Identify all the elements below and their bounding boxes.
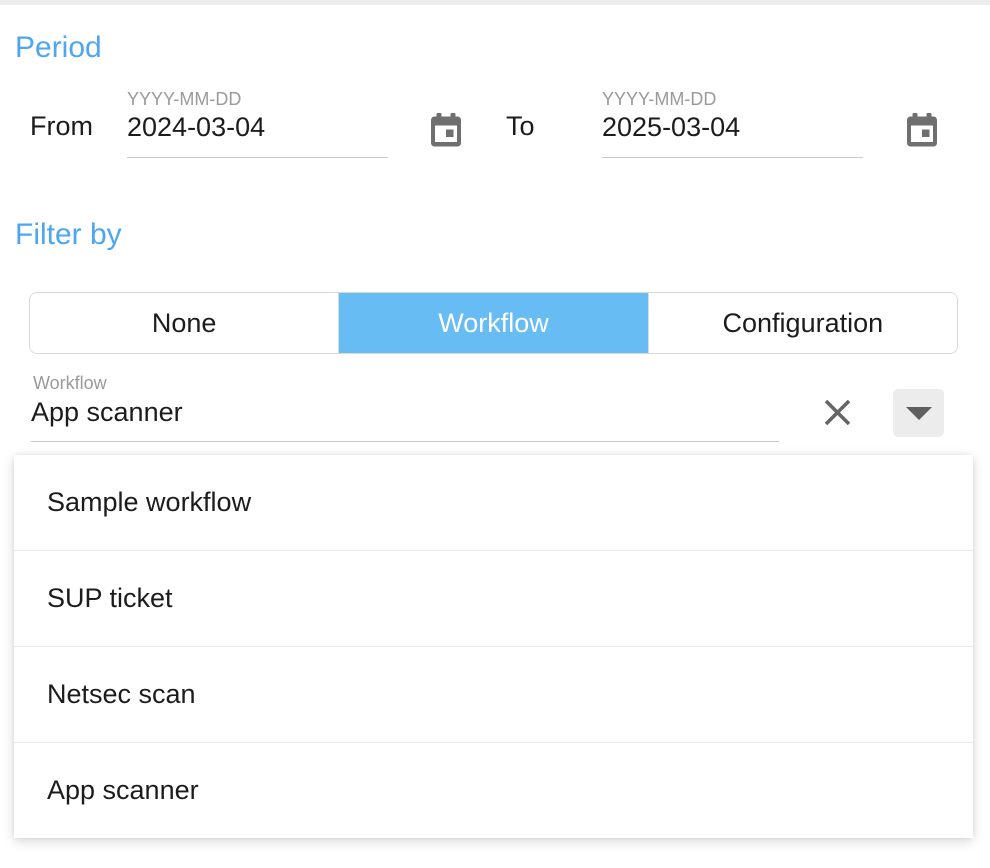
from-date-placeholder: YYYY-MM-DD <box>127 90 241 108</box>
filter-form-screen: Period From YYYY-MM-DD 2024-03-04 To YYY… <box>0 0 990 868</box>
from-calendar-button[interactable] <box>429 112 463 148</box>
period-section-title: Period <box>15 33 102 63</box>
from-date-underline <box>127 157 388 158</box>
filter-tab-group: None Workflow Configuration <box>29 292 958 354</box>
clear-workflow-button[interactable] <box>819 394 856 431</box>
to-date-placeholder: YYYY-MM-DD <box>602 90 716 108</box>
filter-section-title: Filter by <box>15 220 122 250</box>
tab-workflow[interactable]: Workflow <box>338 293 647 353</box>
workflow-input[interactable]: App scanner <box>31 399 183 426</box>
workflow-dropdown-toggle-button[interactable] <box>893 389 944 437</box>
from-label: From <box>30 113 93 140</box>
to-date-input[interactable]: 2025-03-04 <box>602 114 740 141</box>
dropdown-option-sup-ticket[interactable]: SUP ticket <box>14 550 973 646</box>
workflow-underline <box>31 441 779 442</box>
dropdown-option-netsec-scan[interactable]: Netsec scan <box>14 646 973 742</box>
workflow-field-label: Workflow <box>33 374 107 392</box>
calendar-icon <box>430 113 462 147</box>
tab-none[interactable]: None <box>30 293 338 353</box>
x-clear-icon <box>822 397 853 428</box>
calendar-icon <box>906 113 938 147</box>
top-divider <box>0 0 990 5</box>
caret-down-icon <box>906 407 932 420</box>
dropdown-option-app-scanner[interactable]: App scanner <box>14 742 973 838</box>
to-label: To <box>506 113 535 140</box>
tab-configuration[interactable]: Configuration <box>648 293 957 353</box>
from-date-input[interactable]: 2024-03-04 <box>127 114 265 141</box>
to-calendar-button[interactable] <box>905 112 939 148</box>
dropdown-option-sample-workflow[interactable]: Sample workflow <box>14 455 973 550</box>
to-date-underline <box>602 157 863 158</box>
workflow-dropdown-panel: Sample workflow SUP ticket Netsec scan A… <box>14 455 973 838</box>
